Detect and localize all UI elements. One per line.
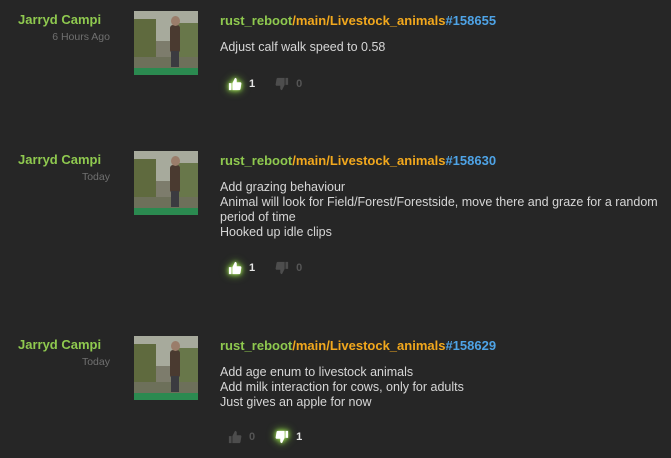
message-line: Hooked up idle clips xyxy=(220,225,332,239)
dislike-count: 0 xyxy=(296,262,303,274)
vote-bar: 0 1 xyxy=(228,430,322,444)
thumbs-down-icon xyxy=(275,77,289,91)
dislike-button[interactable]: 1 xyxy=(275,430,302,444)
commit-timestamp: Today xyxy=(81,356,110,368)
branch-link-main[interactable]: main xyxy=(296,13,326,28)
vote-bar: 1 0 xyxy=(228,77,322,91)
commit-path: rust_reboot/main/Livestock_animals#15865… xyxy=(220,12,496,29)
author-name-link[interactable]: Jarryd Campi xyxy=(18,12,110,28)
dislike-count: 1 xyxy=(296,431,303,443)
message-line: Add grazing behaviour xyxy=(220,180,346,194)
like-button[interactable]: 0 xyxy=(228,430,255,444)
branch-link-main[interactable]: main xyxy=(296,338,326,353)
commit-path: rust_reboot/main/Livestock_animals#15863… xyxy=(220,152,496,169)
like-count: 1 xyxy=(249,262,256,274)
commit-feed: Jarryd Campi 6 Hours Ago rust_reboot/mai… xyxy=(0,0,671,458)
message-line: Add age enum to livestock animals xyxy=(220,365,414,379)
author-block: Jarryd Campi 6 Hours Ago xyxy=(18,12,110,44)
like-count: 0 xyxy=(249,431,256,443)
dislike-count: 0 xyxy=(296,78,303,90)
avatar[interactable] xyxy=(134,336,198,400)
author-block: Jarryd Campi Today xyxy=(18,337,110,369)
branch-link-sub[interactable]: Livestock_animals xyxy=(330,153,446,168)
repo-link[interactable]: rust_reboot xyxy=(220,338,292,353)
changeset-link[interactable]: #158629 xyxy=(445,338,496,353)
repo-link[interactable]: rust_reboot xyxy=(220,153,292,168)
like-button[interactable]: 1 xyxy=(228,261,255,275)
author-name-link[interactable]: Jarryd Campi xyxy=(18,337,110,353)
dislike-button[interactable]: 0 xyxy=(275,77,302,91)
thumbs-up-icon xyxy=(228,77,242,91)
thumbs-down-icon xyxy=(275,430,289,444)
commit-path: rust_reboot/main/Livestock_animals#15862… xyxy=(220,337,496,354)
branch-link-main[interactable]: main xyxy=(296,153,326,168)
changeset-link[interactable]: #158655 xyxy=(445,13,496,28)
thumbs-up-icon xyxy=(228,261,242,275)
thumbs-up-icon xyxy=(228,430,242,444)
branch-link-sub[interactable]: Livestock_animals xyxy=(330,338,446,353)
commit-message: Add grazing behaviour Animal will look f… xyxy=(220,180,665,240)
author-name-link[interactable]: Jarryd Campi xyxy=(18,152,110,168)
repo-link[interactable]: rust_reboot xyxy=(220,13,292,28)
vote-bar: 1 0 xyxy=(228,261,322,275)
changeset-link[interactable]: #158630 xyxy=(445,153,496,168)
like-count: 1 xyxy=(249,78,256,90)
like-button[interactable]: 1 xyxy=(228,77,255,91)
message-line: Add milk interaction for cows, only for … xyxy=(220,380,464,394)
dislike-button[interactable]: 0 xyxy=(275,261,302,275)
message-line: Adjust calf walk speed to 0.58 xyxy=(220,40,386,54)
commit-message: Add age enum to livestock animals Add mi… xyxy=(220,365,665,410)
avatar[interactable] xyxy=(134,151,198,215)
branch-link-sub[interactable]: Livestock_animals xyxy=(330,13,446,28)
thumbs-down-icon xyxy=(275,261,289,275)
commit-timestamp: Today xyxy=(81,171,110,183)
commit-timestamp: 6 Hours Ago xyxy=(52,31,110,43)
author-block: Jarryd Campi Today xyxy=(18,152,110,184)
message-line: Just gives an apple for now xyxy=(220,395,372,409)
commit-message: Adjust calf walk speed to 0.58 xyxy=(220,40,665,55)
message-line: Animal will look for Field/Forest/Forest… xyxy=(220,195,658,224)
avatar[interactable] xyxy=(134,11,198,75)
